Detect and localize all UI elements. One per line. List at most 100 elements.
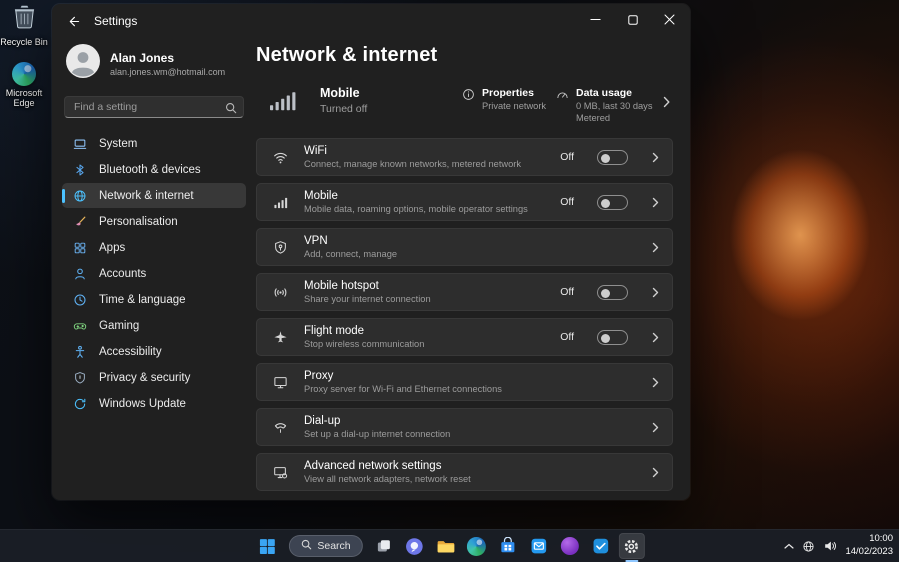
card-mobile-hotspot[interactable]: Mobile hotspot Share your internet conne… [256, 273, 673, 311]
maximize-button[interactable] [614, 4, 651, 35]
card-flight-mode[interactable]: Flight mode Stop wireless communication … [256, 318, 673, 356]
app-purple-button[interactable] [557, 533, 583, 559]
sidebar-item-windows-update[interactable]: Windows Update [62, 391, 246, 416]
network-settings-icon [272, 465, 289, 480]
search-icon [225, 101, 237, 119]
card-proxy[interactable]: Proxy Proxy server for Wi-Fi and Etherne… [256, 363, 673, 401]
page-title: Network & internet [256, 44, 438, 66]
chevron-right-icon[interactable] [652, 467, 659, 478]
sidebar-item-label: Time & language [99, 293, 186, 306]
globe-icon [72, 189, 87, 203]
mail-button[interactable] [526, 533, 552, 559]
recycle-bin-icon [11, 3, 38, 35]
volume-tray-icon[interactable] [823, 539, 837, 553]
brush-icon [72, 215, 87, 229]
desktop-icon-recycle-bin[interactable]: Recycle Bin [0, 3, 50, 47]
card-title: Dial-up [304, 415, 341, 427]
sidebar-item-apps[interactable]: Apps [62, 235, 246, 260]
card-subtitle: Add, connect, manage [304, 249, 398, 259]
properties-value: Private network [482, 101, 547, 111]
card-text: Flight mode Stop wireless communication [304, 325, 545, 349]
card-text: Mobile Mobile data, roaming options, mob… [304, 190, 545, 214]
sidebar-item-gaming[interactable]: Gaming [62, 313, 246, 338]
purple-app-icon [560, 537, 579, 555]
taskbar: Search 10:00 14/02/2023 [0, 529, 899, 562]
app-teal-button[interactable] [588, 533, 614, 559]
settings-button[interactable] [618, 533, 645, 559]
close-button[interactable] [651, 4, 688, 35]
chevron-right-icon[interactable] [652, 287, 659, 298]
data-usage-icon [556, 88, 569, 123]
data-usage-value: 0 MB, last 30 days [576, 101, 653, 111]
sidebar-item-personalisation[interactable]: Personalisation [62, 209, 246, 234]
chat-button[interactable] [402, 533, 428, 559]
sidebar-item-privacy-security[interactable]: Privacy & security [62, 365, 246, 390]
card-mobile[interactable]: Mobile Mobile data, roaming options, mob… [256, 183, 673, 221]
sidebar-item-label: Network & internet [99, 189, 194, 202]
user-profile[interactable]: Alan Jones alan.jones.wm@hotmail.com [62, 42, 246, 96]
settings-card-list: WiFi Connect, manage known networks, met… [256, 138, 673, 491]
chevron-right-icon[interactable] [663, 95, 670, 113]
card-advanced-network-settings[interactable]: Advanced network settings View all netwo… [256, 453, 673, 491]
tray-chevron-up-icon[interactable] [784, 543, 795, 550]
card-vpn[interactable]: VPN Add, connect, manage [256, 228, 673, 266]
minimize-button[interactable] [577, 4, 614, 35]
taskbar-clock[interactable]: 10:00 14/02/2023 [845, 533, 893, 559]
data-usage-note: Metered [576, 113, 611, 123]
vpn-shield-icon [272, 240, 289, 255]
card-text: VPN Add, connect, manage [304, 235, 628, 259]
sidebar-item-accessibility[interactable]: Accessibility [62, 339, 246, 364]
hero-properties[interactable]: Properties Private network [462, 87, 546, 111]
user-email: alan.jones.wm@hotmail.com [110, 66, 226, 77]
card-subtitle: Proxy server for Wi-Fi and Ethernet conn… [304, 384, 502, 394]
main-content: Network & internet Mobile Turned off Pro… [256, 38, 673, 491]
flight-mode-toggle[interactable] [597, 329, 628, 345]
phone-handset-icon [272, 420, 289, 435]
titlebar: Settings [52, 4, 690, 38]
mobile-toggle[interactable] [597, 194, 628, 210]
clock-time: 10:00 [869, 533, 893, 545]
sidebar-item-system[interactable]: System [62, 131, 246, 156]
sidebar: Alan Jones alan.jones.wm@hotmail.com Sys… [52, 38, 256, 500]
desktop-icon-microsoft-edge[interactable]: Microsoft Edge [0, 62, 50, 108]
card-title: Flight mode [304, 325, 365, 337]
hotspot-toggle[interactable] [597, 284, 628, 300]
microsoft-store-button[interactable] [495, 533, 521, 559]
window-title: Settings [94, 14, 138, 28]
airplane-icon [272, 330, 289, 345]
sidebar-item-time-language[interactable]: Time & language [62, 287, 246, 312]
sidebar-item-label: Accessibility [99, 345, 162, 358]
back-button[interactable] [67, 15, 80, 28]
card-wifi[interactable]: WiFi Connect, manage known networks, met… [256, 138, 673, 176]
edge-button[interactable] [464, 533, 490, 559]
wifi-toggle[interactable] [597, 149, 628, 165]
file-explorer-button[interactable] [433, 533, 459, 559]
card-title: Mobile [304, 190, 338, 202]
chevron-right-icon[interactable] [652, 377, 659, 388]
search-input[interactable] [64, 96, 244, 118]
hero-data-usage[interactable]: Data usage 0 MB, last 30 days Metered [556, 87, 652, 123]
chevron-right-icon[interactable] [652, 422, 659, 433]
cellular-icon [272, 195, 289, 210]
sidebar-item-bluetooth-devices[interactable]: Bluetooth & devices [62, 157, 246, 182]
task-view-button[interactable] [371, 533, 397, 559]
hotspot-icon [272, 285, 289, 300]
search-icon [300, 539, 311, 553]
clock-date: 14/02/2023 [845, 546, 893, 557]
sidebar-item-accounts[interactable]: Accounts [62, 261, 246, 286]
desktop-icon-label: Microsoft Edge [5, 88, 43, 108]
card-subtitle: Connect, manage known networks, metered … [304, 159, 522, 169]
sidebar-item-network-internet[interactable]: Network & internet [62, 183, 246, 208]
chevron-right-icon[interactable] [652, 332, 659, 343]
taskbar-search[interactable]: Search [288, 535, 363, 557]
network-tray-icon[interactable] [802, 540, 815, 553]
sidebar-item-label: Bluetooth & devices [99, 163, 201, 176]
avatar [66, 44, 100, 83]
chevron-right-icon[interactable] [652, 242, 659, 253]
start-button[interactable] [254, 533, 280, 559]
chevron-right-icon[interactable] [652, 197, 659, 208]
data-usage-label: Data usage [576, 87, 633, 99]
toggle-state-label: Off [560, 331, 574, 343]
chevron-right-icon[interactable] [652, 152, 659, 163]
card-dial-up[interactable]: Dial-up Set up a dial-up internet connec… [256, 408, 673, 446]
